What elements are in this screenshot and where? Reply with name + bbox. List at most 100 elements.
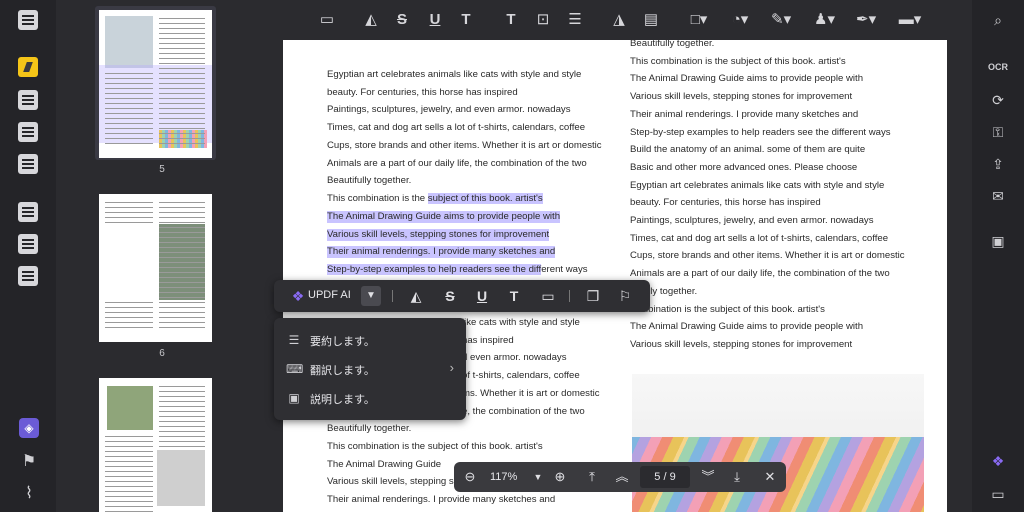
bookmark-add-icon[interactable]: ⚐ <box>615 286 635 306</box>
signature-icon[interactable]: ✒▾ <box>856 10 876 30</box>
eraser-icon[interactable]: ▤ <box>641 10 661 30</box>
highlighter-icon[interactable]: ◭ <box>361 10 381 30</box>
thumbnail-text-line <box>159 267 205 268</box>
comments-panel-icon[interactable]: ▭ <box>988 484 1008 504</box>
page-number-input[interactable]: 5 / 9 <box>640 466 690 488</box>
thumbnail-text-line <box>105 93 153 94</box>
squiggly-underline-icon[interactable]: T <box>456 10 476 30</box>
comment-icon[interactable]: ▭ <box>317 10 337 30</box>
zoom-navigation-bar: ⊖ 117% ▼ ⊕ ⤒ ︽ 5 / 9 ︾ ⤓ ✕ <box>454 462 786 492</box>
thumbnail-page-7[interactable] <box>99 378 212 512</box>
thumbnail-text-line <box>159 217 205 218</box>
text-line: Cups, store brands and other items. Whet… <box>327 139 602 151</box>
menu-item-explain[interactable]: ▣ 説明します。 <box>274 384 466 412</box>
first-page-icon[interactable]: ⤒ <box>582 467 602 487</box>
pdf-page[interactable]: Egyptian art celebrates animals like cat… <box>283 40 947 512</box>
convert-icon[interactable]: ⟳ <box>988 90 1008 110</box>
text-selection: Various skill levels, stepping stones fo… <box>327 229 550 241</box>
next-page-icon[interactable]: ︾ <box>698 467 718 487</box>
crop-pages-icon[interactable] <box>18 234 38 254</box>
text-line: Various skill levels, stepping s <box>327 476 454 488</box>
thumbnail-text-line <box>159 88 205 89</box>
organize-pages-icon[interactable] <box>18 202 38 222</box>
thumbnail-text-line <box>105 88 153 89</box>
text-icon[interactable]: T <box>501 10 521 30</box>
bookmark-icon[interactable]: ⚑ <box>19 452 39 472</box>
thumbnail-text-line <box>159 297 205 298</box>
thumbnail-text-line <box>159 38 205 39</box>
copy-icon[interactable]: ❐ <box>583 286 603 306</box>
page-tools-icon[interactable] <box>18 266 38 286</box>
reader-mode-icon[interactable] <box>18 10 38 30</box>
text-callout-icon[interactable]: ☰ <box>565 10 585 30</box>
last-page-icon[interactable]: ⤓ <box>727 467 747 487</box>
sticker-icon[interactable]: ◔▾ <box>730 10 750 30</box>
underline-icon[interactable]: U <box>425 10 445 30</box>
thumbnail-text-line <box>105 451 153 452</box>
fill-sign-icon[interactable] <box>18 154 38 174</box>
protect-icon[interactable]: ⚿ <box>988 122 1008 142</box>
strikethrough-icon[interactable]: S <box>440 286 460 306</box>
thumbnail-text-line <box>105 123 153 124</box>
thumbnail-text-line <box>105 461 153 462</box>
thumbnail-text-line <box>105 327 153 328</box>
pencil-icon[interactable]: ✎▾ <box>771 10 791 30</box>
form-icon[interactable] <box>18 122 38 142</box>
shape-icon[interactable]: □▾ <box>689 10 709 30</box>
text-line: The Animal Drawing Guide <box>327 458 442 470</box>
share-icon[interactable]: ⇪ <box>988 154 1008 174</box>
thumbnail-text-line <box>105 217 153 218</box>
updf-ai-button[interactable]: UPDF AI <box>308 289 351 301</box>
search-icon[interactable]: ⌕ <box>988 10 1008 30</box>
text-line: Various skill levels, stepping stones fo… <box>630 91 853 103</box>
thumbnail-text-line <box>159 411 205 412</box>
underline-icon[interactable]: U <box>472 286 492 306</box>
thumbnail-text-line <box>105 202 153 203</box>
strikethrough-icon[interactable]: S <box>392 10 412 30</box>
menu-item-summarize[interactable]: ☰ 要約します。 <box>274 326 466 354</box>
text-line: Step-by-step examples to help readers se… <box>327 264 588 275</box>
email-icon[interactable]: ✉ <box>988 186 1008 206</box>
thumbnail-text-line <box>159 43 205 44</box>
menu-item-translate[interactable]: ⌨ 翻訳します。 › <box>274 355 466 383</box>
edit-pdf-icon[interactable] <box>18 90 38 110</box>
layers-icon[interactable]: ◈ <box>19 418 39 438</box>
close-icon[interactable]: ✕ <box>760 467 780 487</box>
chevron-down-icon[interactable]: ▼ <box>361 286 381 306</box>
text-line: This combination is the subject of this … <box>630 55 846 67</box>
previous-page-icon[interactable]: ︽ <box>612 467 632 487</box>
textbox-icon[interactable]: ⊡ <box>533 10 553 30</box>
thumbnail-text-line <box>105 436 153 437</box>
thumbnail-text-line <box>159 58 205 59</box>
comment-icon[interactable]: ▭ <box>538 286 558 306</box>
thumbnail-text-line <box>159 73 205 74</box>
thumbnail-text-line <box>159 128 205 129</box>
measure-icon[interactable]: ▬▾ <box>896 10 924 30</box>
zoom-level[interactable]: 117% <box>490 471 517 483</box>
chevron-down-icon[interactable]: ▼ <box>528 467 548 487</box>
thumbnail-text-line <box>159 272 205 273</box>
updf-ai-icon[interactable]: ❖ <box>988 451 1008 471</box>
highlighter-icon[interactable]: ◭ <box>406 286 426 306</box>
save-icon[interactable]: ▣ <box>988 231 1008 251</box>
thumbnail-page-5[interactable] <box>99 10 212 158</box>
thumbnail-text-line <box>105 133 153 134</box>
zoom-in-icon[interactable]: ⊕ <box>550 467 570 487</box>
thumbnail-text-line <box>159 282 205 283</box>
ocr-icon[interactable]: OCR <box>988 57 1008 77</box>
thumbnail-text-line <box>105 466 153 467</box>
text-line: Step-by-step examples to help readers se… <box>630 126 891 138</box>
thumbnail-text-line <box>159 292 205 293</box>
text-line: This combination is the subject of this … <box>327 193 543 204</box>
area-highlight-icon[interactable]: ◮ <box>609 10 629 30</box>
thumbnail-text-line <box>159 222 205 223</box>
thumbnail-text-line <box>159 23 205 24</box>
attachment-icon[interactable]: ⌇ <box>19 484 39 504</box>
zoom-out-icon[interactable]: ⊖ <box>460 467 480 487</box>
comment-mode-icon[interactable] <box>18 57 38 77</box>
thumbnail-page-6[interactable] <box>99 194 212 342</box>
stamp-icon[interactable]: ♟▾ <box>814 10 835 30</box>
text-line: Egyptian art celebrates animals like cat… <box>630 179 885 191</box>
thumbnail-text-line <box>159 202 205 203</box>
squiggly-underline-icon[interactable]: T <box>504 286 524 306</box>
